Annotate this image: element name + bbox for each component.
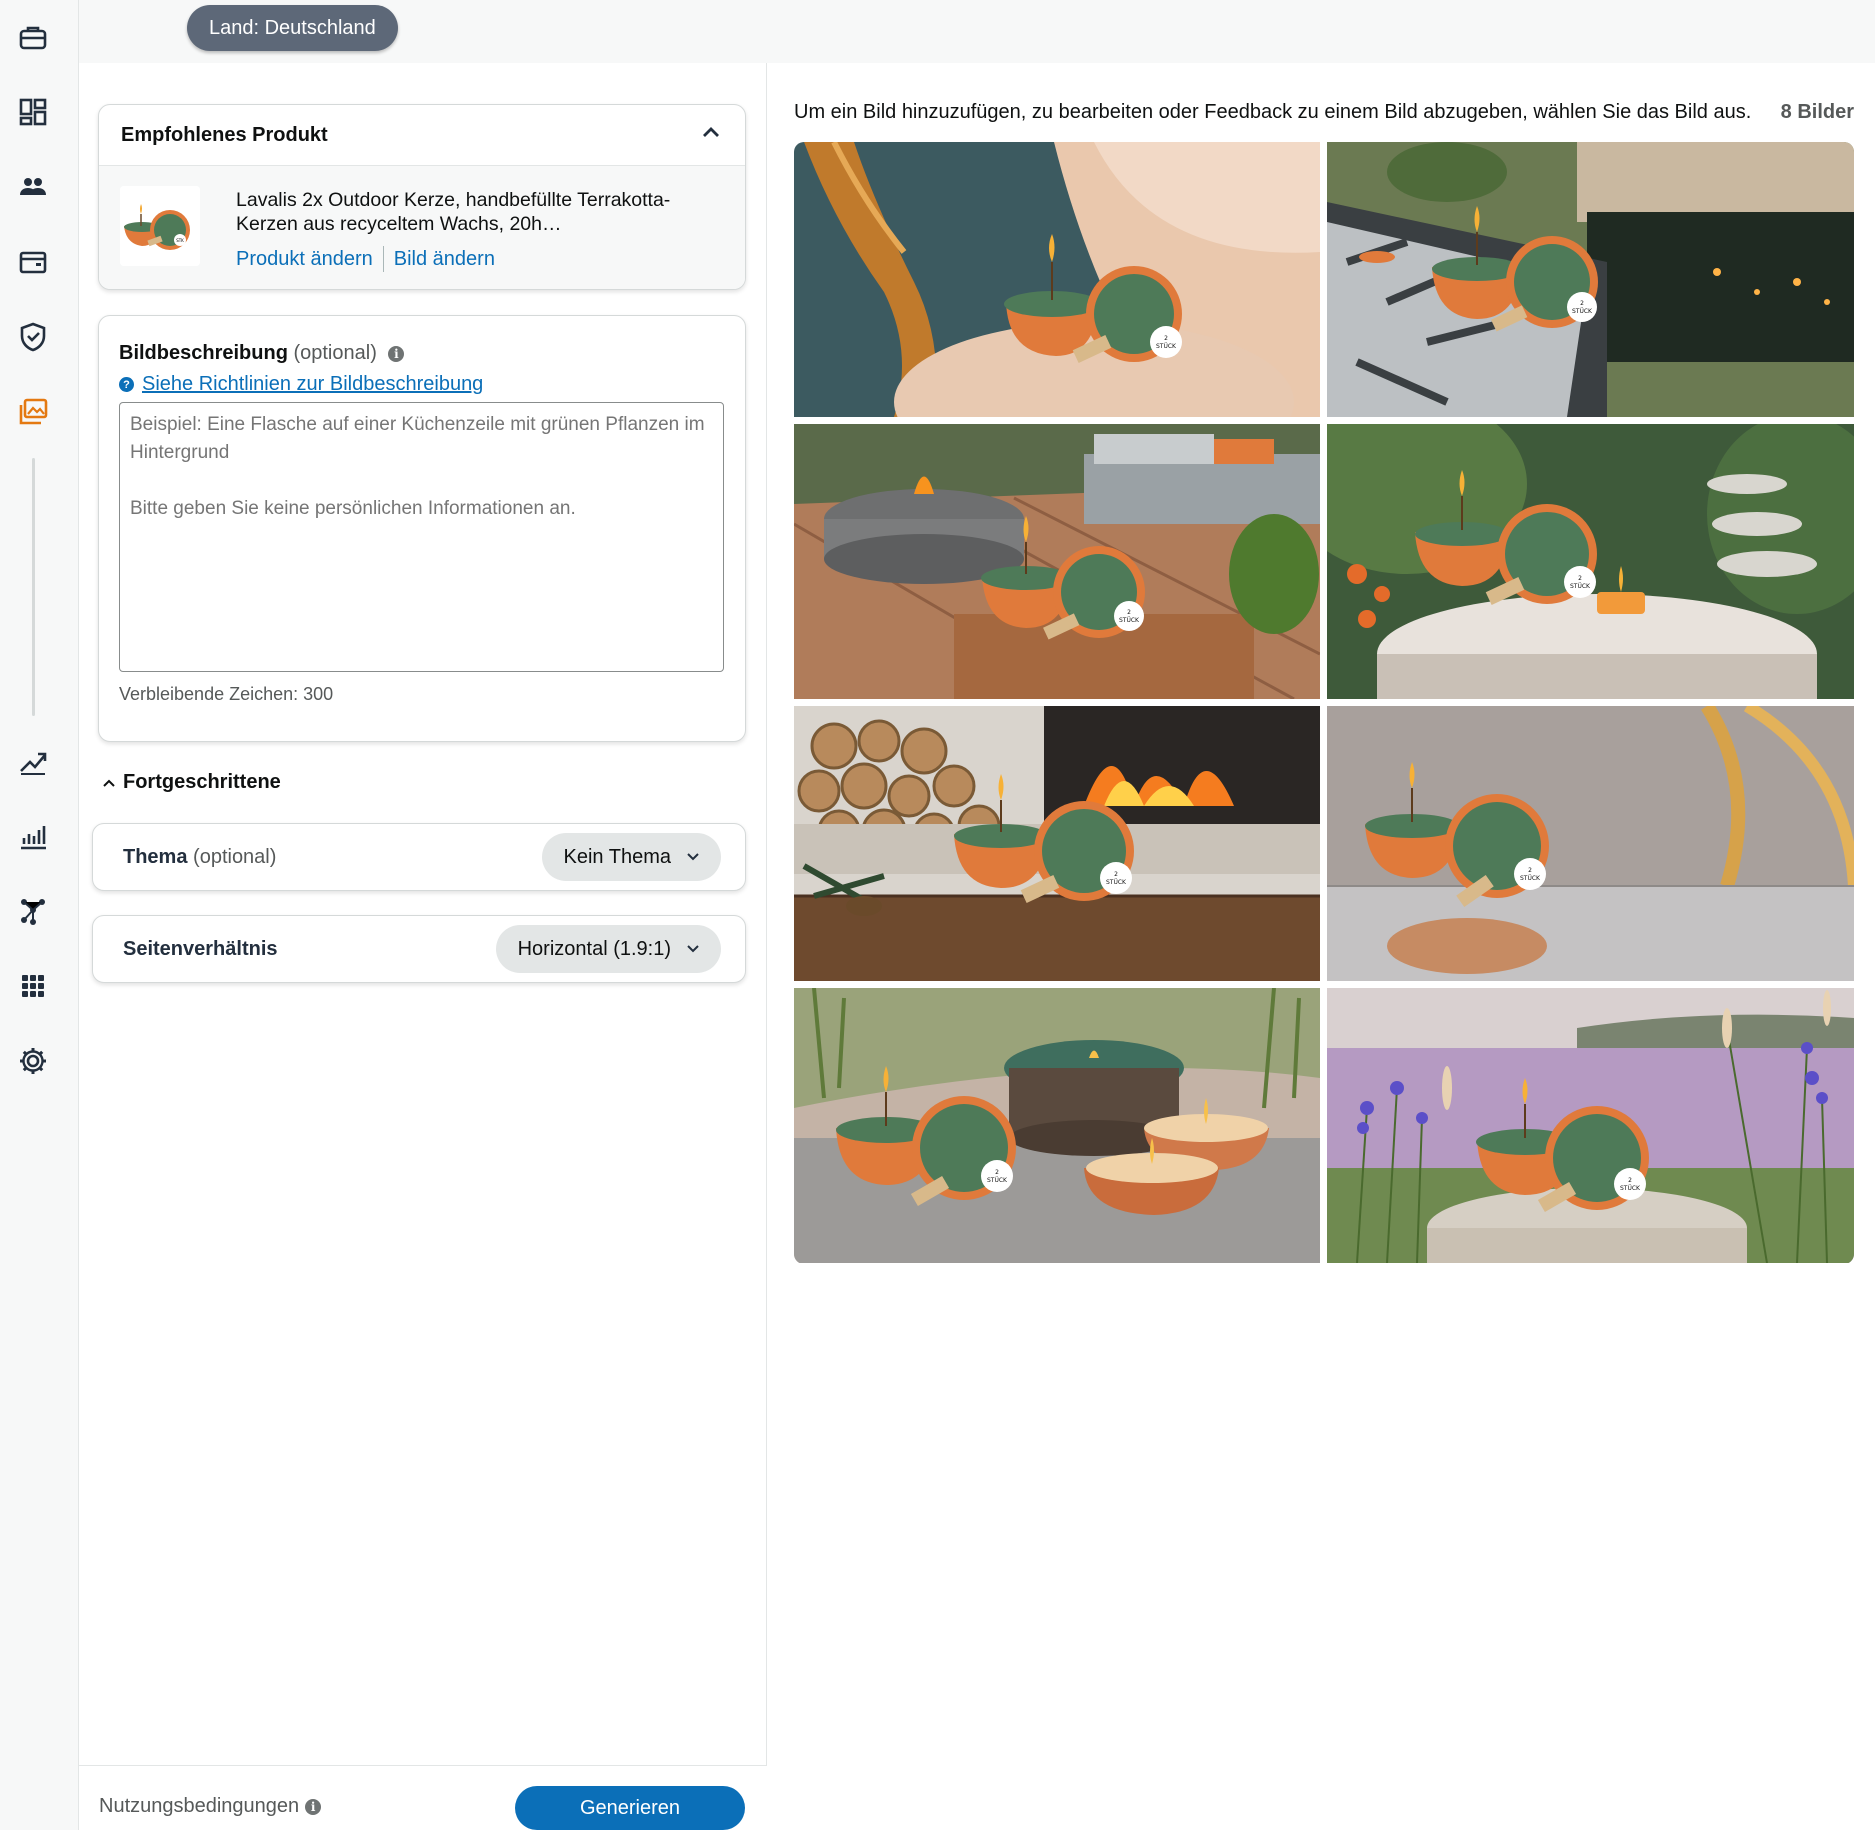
advanced-toggle[interactable]: Fortgeschrittene (101, 771, 281, 794)
svg-text:2: 2 (1580, 300, 1584, 307)
svg-text:STÜCK: STÜCK (1156, 343, 1177, 350)
theme-select[interactable]: Kein Thema (541, 833, 721, 881)
svg-text:STÜCK: STÜCK (1572, 308, 1593, 315)
aspect-ratio-option: Seitenverhältnis Horizontal (1.9:1) (92, 915, 746, 983)
theme-option: Thema (optional) Kein Thema (92, 823, 746, 891)
product-name: Lavalis 2x Outdoor Kerze, handbefüllte T… (236, 189, 671, 235)
chevron-up-small-icon (103, 779, 115, 787)
svg-text:2: 2 (1628, 1177, 1632, 1184)
wallet-icon[interactable] (15, 244, 51, 280)
country-selector[interactable]: Land: Deutschland (187, 5, 398, 51)
gallery-image[interactable]: 2 STÜCK (1327, 706, 1854, 981)
dashboard-icon[interactable] (15, 94, 51, 130)
image-description-card: Bildbeschreibung (optional) i ? Siehe Ri… (98, 315, 746, 742)
images-icon[interactable] (15, 394, 51, 430)
link-separator (382, 246, 384, 272)
terms-info-icon[interactable]: i (305, 1798, 322, 1815)
generate-label: Generieren (579, 1796, 681, 1819)
generate-button[interactable]: Generieren (515, 1786, 745, 1830)
chevron-up-icon[interactable] (699, 121, 723, 150)
advanced-label: Fortgeschrittene (123, 771, 281, 793)
gallery-image[interactable]: 2 STÜCK (1327, 424, 1854, 699)
svg-text:2: 2 (1578, 575, 1582, 582)
terms-label: Nutzungsbedingungen (99, 1795, 300, 1817)
image-gallery: 2 STÜCK 2 STÜCK 2 STÜCK 2 STÜCK 2 STÜCK … (794, 142, 1854, 1264)
change-product-link[interactable]: Produkt ändern (236, 248, 373, 271)
image-count: 8 Bilder (1780, 101, 1854, 123)
trend-icon[interactable] (15, 743, 51, 779)
info-icon[interactable]: i (388, 346, 405, 362)
change-image-link[interactable]: Bild ändern (394, 248, 495, 271)
rail-divider (32, 458, 35, 716)
bar-chart-icon[interactable] (15, 818, 51, 854)
top-bar: Land: Deutschland (79, 0, 1875, 63)
help-icon: ? (119, 377, 134, 392)
gallery-image[interactable]: 2 STÜCK (794, 706, 1320, 981)
gallery-image[interactable]: 2 STÜCK (1327, 988, 1854, 1263)
featured-product-body: STK Lavalis 2x Outdoor Kerze, handbefüll… (99, 166, 745, 289)
briefcase-icon[interactable] (15, 20, 51, 56)
apps-grid-icon[interactable] (15, 968, 51, 1004)
svg-text:2: 2 (1114, 871, 1118, 878)
description-optional: (optional) (293, 342, 377, 364)
svg-text:STK: STK (176, 238, 184, 243)
chevron-down-icon (687, 945, 699, 953)
ratio-select[interactable]: Horizontal (1.9:1) (495, 925, 721, 973)
guidelines-link-text: Siehe Richtlinien zur Bildbeschreibung (142, 373, 484, 395)
featured-product-heading: Empfohlenes Produkt (121, 123, 328, 146)
network-icon[interactable] (15, 893, 51, 929)
description-textarea[interactable] (119, 402, 724, 672)
featured-product-card: Empfohlenes Produkt STK Lavalis 2x Outdo… (98, 104, 746, 290)
guidelines-link[interactable]: ? Siehe Richtlinien zur Bildbeschreibung (119, 373, 483, 396)
gallery-image[interactable]: 2 STÜCK (794, 988, 1320, 1263)
country-label: Land: Deutschland (209, 16, 376, 39)
svg-text:STÜCK: STÜCK (1570, 583, 1591, 590)
description-label: Bildbeschreibung (119, 342, 288, 364)
shield-icon[interactable] (15, 319, 51, 355)
settings-panel: Empfohlenes Produkt STK Lavalis 2x Outdo… (79, 63, 767, 1830)
chevron-down-icon (687, 853, 699, 861)
svg-text:STÜCK: STÜCK (987, 1177, 1008, 1184)
terms-link[interactable]: Nutzungsbedingungen i (99, 1795, 322, 1818)
svg-text:2: 2 (1164, 335, 1168, 342)
gallery-instruction: Um ein Bild hinzuzufügen, zu bearbeiten … (794, 101, 1752, 123)
description-title: Bildbeschreibung (optional) i (119, 342, 405, 365)
svg-text:2: 2 (1127, 609, 1131, 616)
svg-text:2: 2 (1528, 867, 1532, 874)
ratio-label: Seitenverhältnis (123, 937, 278, 960)
svg-text:STÜCK: STÜCK (1106, 879, 1127, 886)
ratio-value: Horizontal (1.9:1) (517, 937, 671, 960)
svg-text:STÜCK: STÜCK (1119, 617, 1140, 624)
product-actions: Produkt ändern Bild ändern (236, 246, 495, 272)
theme-label: Thema (123, 845, 188, 868)
settings-icon[interactable] (15, 1043, 51, 1079)
svg-text:STÜCK: STÜCK (1520, 875, 1541, 882)
nav-rail (0, 0, 79, 1830)
svg-text:2: 2 (995, 1169, 999, 1176)
theme-value: Kein Thema (563, 845, 671, 868)
ratio-label-group: Seitenverhältnis (123, 938, 278, 961)
remaining-characters: Verbleibende Zeichen: 300 (119, 684, 334, 704)
featured-product-header[interactable]: Empfohlenes Produkt (99, 105, 745, 166)
theme-optional: (optional) (193, 845, 277, 868)
gallery-image[interactable]: 2 STÜCK (1327, 142, 1854, 417)
audience-icon[interactable] (15, 169, 51, 205)
svg-text:STÜCK: STÜCK (1620, 1185, 1641, 1192)
product-thumbnail: STK (120, 186, 200, 266)
gallery-image[interactable]: 2 STÜCK (794, 142, 1320, 417)
gallery-image[interactable]: 2 STÜCK (794, 424, 1320, 699)
theme-label-group: Thema (optional) (123, 846, 276, 869)
